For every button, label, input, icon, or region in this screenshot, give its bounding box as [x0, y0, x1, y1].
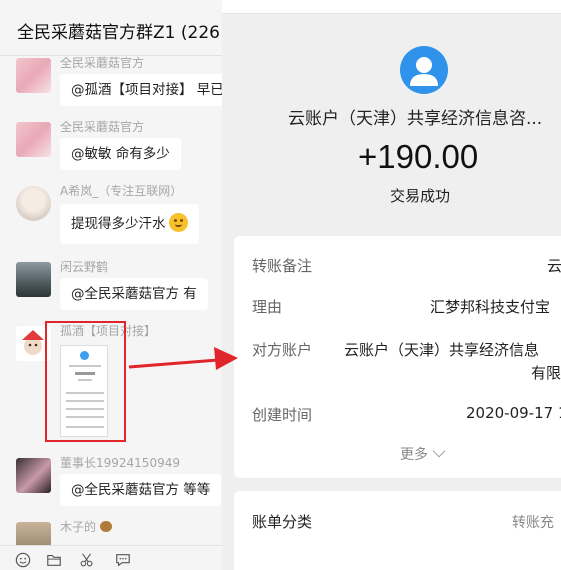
- avatar[interactable]: [16, 262, 51, 297]
- avatar[interactable]: [16, 122, 51, 157]
- thumbnail-line: [75, 372, 95, 375]
- payment-detail-panel: 云账户（天津）共享经济信息咨... +190.00 交易成功 转账备注 云 理由…: [222, 0, 561, 570]
- thumbnail-line: [66, 400, 104, 402]
- message-sender: 闲云野鹤: [60, 260, 109, 274]
- message-sender: 木子的: [60, 518, 112, 535]
- message-bubble[interactable]: @全民采蘑菇官方 有: [60, 278, 208, 310]
- thumbnail-line: [66, 392, 104, 394]
- scissors-icon[interactable]: [78, 552, 96, 568]
- detail-value: 云账户（天津）共享经济信息: [344, 341, 540, 359]
- thumbnail-avatar-icon: [80, 351, 89, 360]
- message-sender: A希岚_（专注互联网）: [60, 184, 183, 198]
- transaction-status: 交易成功: [390, 187, 451, 205]
- detail-label: 理由: [252, 298, 283, 316]
- more-button[interactable]: 更多: [400, 444, 428, 464]
- message-sender: 全民采蘑菇官方: [60, 56, 145, 70]
- avatar[interactable]: [16, 458, 51, 493]
- chat-bubble-icon[interactable]: [114, 552, 132, 568]
- avatar[interactable]: [16, 186, 51, 221]
- message-bubble[interactable]: @敏敏 命有多少: [60, 138, 181, 170]
- chat-title: 全民采蘑菇官方群Z1 (226: [17, 23, 220, 43]
- thumbnail-line: [66, 426, 104, 428]
- emoji-icon[interactable]: [14, 552, 32, 568]
- thumbnail-line: [66, 408, 104, 410]
- message-bubble[interactable]: @孤酒【项目对接】 早已: [60, 74, 222, 106]
- user-avatar-icon: [400, 46, 448, 94]
- message-sender: 全民采蘑菇官方: [60, 120, 145, 134]
- chevron-down-icon[interactable]: [432, 444, 446, 458]
- detail-value: 云: [547, 257, 561, 275]
- highlight-box: [45, 321, 126, 442]
- detail-card: 转账备注 云 理由 汇梦邦科技支付宝 对方账户 云账户（天津）共享经济信息 有限…: [234, 236, 561, 478]
- bill-category-value: 转账充: [512, 515, 554, 531]
- detail-label: 创建时间: [252, 406, 313, 424]
- payee-name: 云账户（天津）共享经济信息咨...: [288, 109, 543, 129]
- bill-category-label: 账单分类: [252, 513, 313, 531]
- message-sender: 董事长19924150949: [60, 456, 180, 470]
- folder-icon[interactable]: [45, 552, 63, 568]
- detail-value-continued: 有限: [531, 364, 561, 382]
- top-bar: [222, 0, 561, 14]
- detail-label: 转账备注: [252, 257, 313, 275]
- transaction-amount: +190.00: [358, 138, 479, 175]
- chat-toolbar: [0, 545, 222, 570]
- avatar[interactable]: [16, 58, 51, 93]
- thumbnail-line: [66, 416, 104, 418]
- sweat-smile-emoji-icon: [168, 213, 188, 232]
- thumbnail-line: [78, 379, 92, 381]
- message-text: 提现得多少汗水: [71, 216, 166, 232]
- chat-window: 全民采蘑菇官方群Z1 (226 全民采蘑菇官方 @孤酒【项目对接】 早已 全民采…: [0, 0, 222, 570]
- bill-category-card[interactable]: 账单分类 转账充: [234, 491, 561, 570]
- chat-header: 全民采蘑菇官方群Z1 (226: [0, 0, 222, 56]
- detail-value: 汇梦邦科技支付宝: [430, 298, 551, 316]
- detail-value: 2020-09-17 1: [466, 404, 561, 422]
- detail-label: 对方账户: [252, 341, 313, 359]
- message-bubble[interactable]: 提现得多少汗水: [60, 204, 199, 244]
- screenshot-thumbnail[interactable]: [60, 345, 108, 437]
- message-bubble[interactable]: @全民采蘑菇官方 等等: [60, 474, 222, 506]
- thumbnail-line: [69, 365, 101, 367]
- bear-emoji-icon: [99, 521, 112, 532]
